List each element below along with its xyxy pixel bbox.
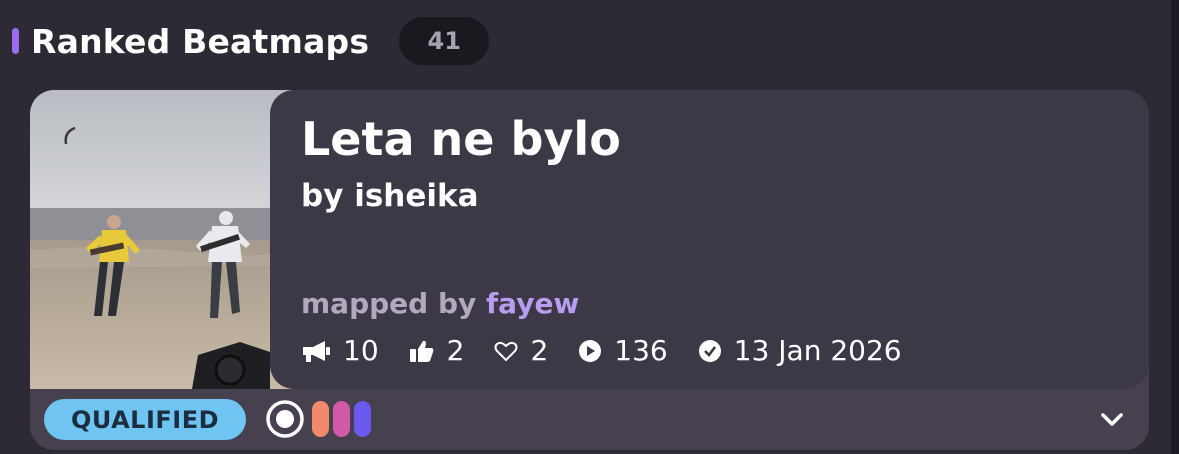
section-header: Ranked Beatmaps 41 — [12, 16, 490, 66]
thumbs-up-icon — [409, 340, 433, 362]
plays-stat: 136 — [578, 334, 668, 367]
bullhorn-icon — [303, 340, 330, 362]
ranked-date: 13 Jan 2026 — [733, 334, 902, 367]
section-title: Ranked Beatmaps — [31, 21, 370, 61]
mapper-line: mapped by fayew — [301, 287, 579, 320]
beatmap-stats: 10 2 2 136 13 Jan 2026 — [301, 334, 932, 367]
expand-button[interactable] — [1095, 403, 1129, 437]
section-accent-bar — [12, 28, 19, 54]
page: Ranked Beatmaps 41 Leta ne bylo by ishei… — [0, 0, 1179, 454]
status-badge: QUALIFIED — [44, 399, 246, 440]
hype-count: 10 — [343, 334, 379, 367]
favourites-stat: 2 — [494, 334, 548, 367]
nominations-count: 2 — [446, 334, 465, 367]
heart-icon — [494, 341, 518, 361]
nominations-stat: 2 — [409, 334, 465, 367]
beatmap-card-footer: QUALIFIED — [30, 389, 1149, 450]
beatmap-cover-image[interactable] — [30, 90, 306, 389]
mapped-by-label: mapped by — [301, 287, 477, 320]
chevron-down-icon — [1101, 413, 1123, 426]
scrollbar-track[interactable] — [1171, 0, 1179, 454]
beatmap-artist: by isheika — [301, 178, 479, 214]
difficulty-dot[interactable] — [312, 401, 329, 437]
difficulty-dot[interactable] — [354, 401, 371, 437]
beatmap-count-badge: 41 — [399, 17, 490, 65]
check-circle-icon — [698, 339, 721, 362]
beatmap-card[interactable]: Leta ne bylo by isheika mapped by fayew … — [30, 90, 1149, 450]
difficulty-dot[interactable] — [333, 401, 350, 437]
beatmap-title[interactable]: Leta ne bylo — [301, 112, 621, 166]
favourites-count: 2 — [530, 334, 549, 367]
mapper-link[interactable]: fayew — [486, 287, 579, 320]
date-stat: 13 Jan 2026 — [698, 334, 902, 367]
osu-standard-icon — [265, 399, 305, 443]
plays-count: 136 — [614, 334, 668, 367]
play-circle-icon — [579, 339, 602, 362]
beatmap-card-main: Leta ne bylo by isheika mapped by fayew … — [30, 90, 1149, 389]
hype-stat: 10 — [301, 334, 379, 367]
